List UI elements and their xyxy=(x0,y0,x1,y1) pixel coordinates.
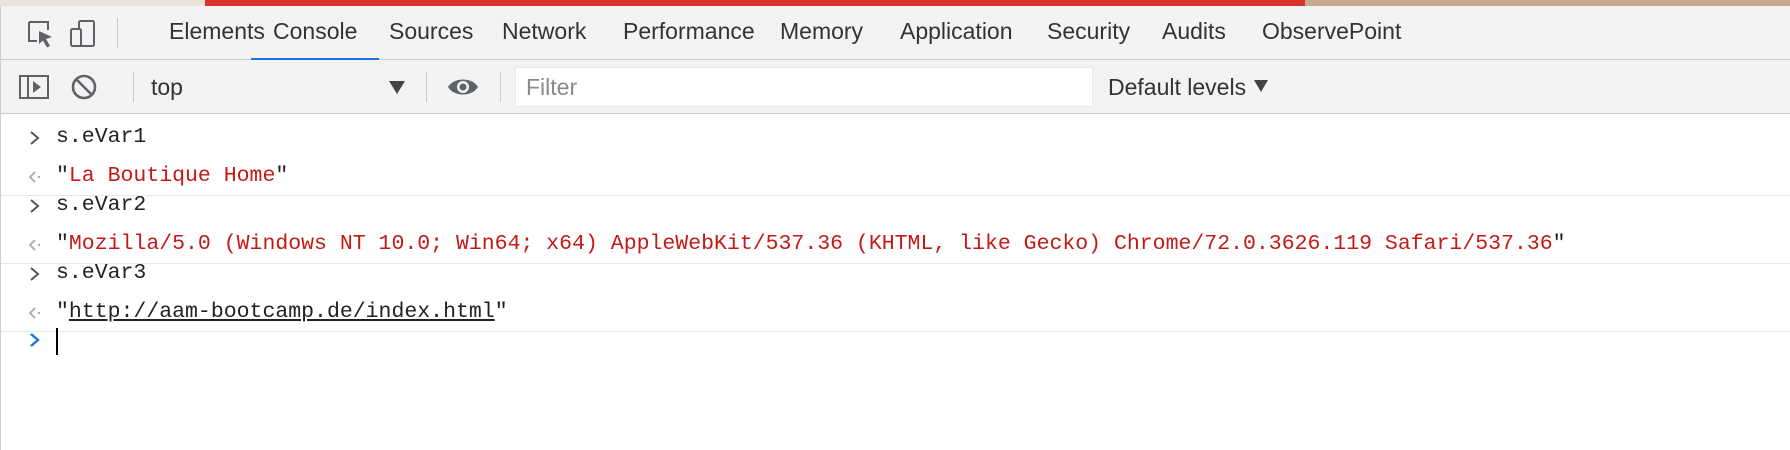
console-input-text: s.eVar3 xyxy=(56,261,147,285)
toolbar-divider xyxy=(426,72,427,102)
levels-dropdown-arrow-icon xyxy=(1254,79,1269,92)
tab-console[interactable]: Console xyxy=(251,6,380,61)
devtools-panel: Elements Console Sources Network Perform… xyxy=(0,6,1790,450)
device-toggle-icon[interactable] xyxy=(65,16,101,52)
sidebar-toggle-icon[interactable] xyxy=(15,69,53,105)
result-string: Mozilla/5.0 (Windows NT 10.0; Win64; x64… xyxy=(68,232,1553,256)
tab-application[interactable]: Application xyxy=(878,6,1035,60)
console-input-row: s.eVar2 xyxy=(1,186,1790,225)
context-dropdown-arrow-icon xyxy=(389,81,405,94)
tab-performance[interactable]: Performance xyxy=(601,6,777,60)
context-value: top xyxy=(151,74,183,100)
toolbar-divider xyxy=(500,72,501,102)
console-input-row: s.eVar3 xyxy=(1,254,1790,293)
console-input-row: s.eVar1 xyxy=(1,118,1790,157)
tab-audits[interactable]: Audits xyxy=(1140,6,1248,60)
filter-input[interactable] xyxy=(515,67,1093,107)
result-string: La Boutique Home xyxy=(68,164,276,188)
input-chevron-icon xyxy=(23,186,47,225)
tabbar-divider xyxy=(117,18,118,48)
input-chevron-icon xyxy=(23,118,47,157)
toolbar-divider xyxy=(133,72,134,102)
console-output[interactable]: s.eVar1 "La Boutique Home" s.eVar2 "Mozi… xyxy=(1,114,1790,450)
levels-label: Default levels xyxy=(1108,74,1247,100)
tab-security[interactable]: Security xyxy=(1025,6,1152,60)
devtools-tabbar: Elements Console Sources Network Perform… xyxy=(1,6,1790,61)
inspect-element-icon[interactable] xyxy=(23,16,59,52)
default-levels-dropdown[interactable]: Default levels xyxy=(1108,69,1269,105)
tab-network[interactable]: Network xyxy=(480,6,608,60)
input-chevron-icon xyxy=(23,254,47,293)
prompt-chevron-icon xyxy=(23,328,47,352)
console-toolbar: top Default levels xyxy=(1,60,1790,114)
live-expression-eye-icon[interactable] xyxy=(444,69,482,105)
console-prompt[interactable] xyxy=(1,318,1790,362)
text-cursor xyxy=(56,328,58,355)
tab-sources[interactable]: Sources xyxy=(367,6,495,60)
tab-observepoint[interactable]: ObservePoint xyxy=(1240,6,1423,60)
clear-console-icon[interactable] xyxy=(65,69,103,105)
context-selector[interactable]: top xyxy=(151,69,413,105)
console-input-text: s.eVar2 xyxy=(56,193,147,217)
tab-memory[interactable]: Memory xyxy=(758,6,885,60)
console-input-text: s.eVar1 xyxy=(56,125,147,149)
